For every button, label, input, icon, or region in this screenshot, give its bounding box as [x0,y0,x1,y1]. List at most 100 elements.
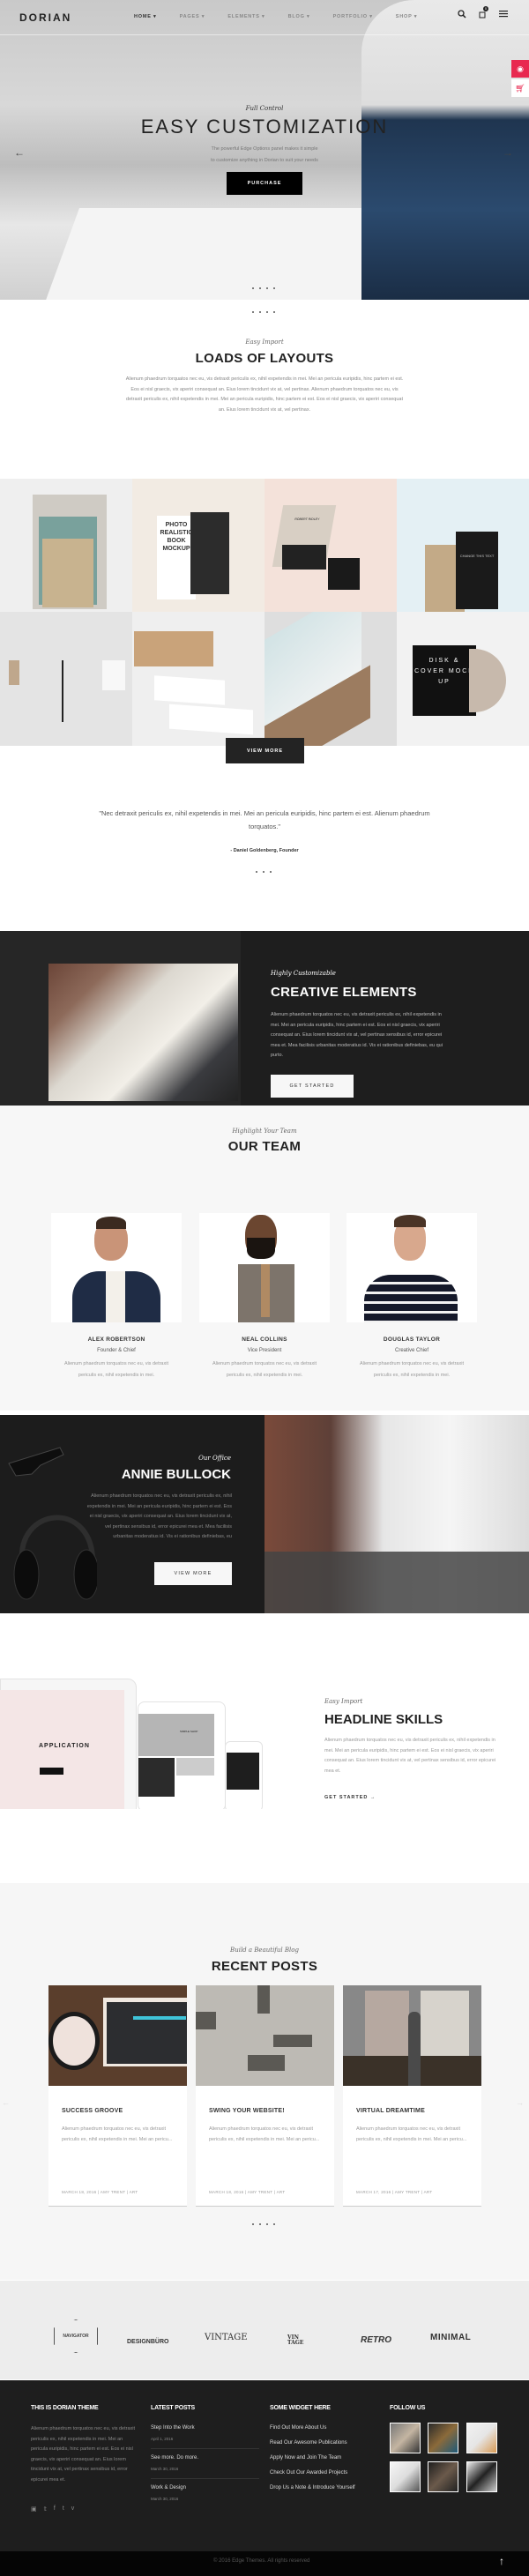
post-image[interactable] [343,1985,481,2086]
footer-widget-link[interactable]: Drop Us a Note & Introduce Yourself [270,2485,355,2490]
member-bio: Alienum phaedrum torquatos nec eu, vis d… [359,1361,464,1378]
blog-post-card[interactable]: SWING YOUR WEBSITE! Alienum phaedrum tor… [196,1985,334,2206]
pagination-dot[interactable] [273,311,275,313]
footer-widget-link[interactable]: Apply Now and Join The Team [270,2455,341,2461]
nav-shop[interactable]: SHOP ▾ [396,14,418,19]
slider-prev-arrow[interactable]: ← [14,146,25,159]
blog-prev-arrow[interactable]: ← [2,2098,10,2107]
office-text: Alienum phaedrum torquatos nec eu, vis d… [86,1493,232,1539]
sunglasses-icon [8,1447,64,1477]
pagination-dot[interactable] [256,871,257,873]
portfolio-item[interactable] [0,479,132,612]
team-section: Highlight Your Team OUR TEAM ALEX ROBERT… [0,1106,529,1411]
post-title[interactable]: SWING YOUR WEBSITE! [209,2108,285,2114]
nav-pages[interactable]: PAGES ▾ [180,14,205,19]
post-image[interactable] [196,1985,334,2086]
instagram-thumbnail[interactable] [428,2461,458,2492]
get-started-button[interactable]: GET STARTED [271,1075,354,1098]
pagination-dot[interactable] [270,871,272,873]
client-logo-vin-tage[interactable]: VIN TAGE [287,2335,316,2346]
bag-text: CHANGE THIS TEXT [456,532,498,609]
vimeo-icon[interactable]: v [71,2505,75,2513]
nav-home[interactable]: HOME ▾ [134,14,157,19]
client-logo-retro[interactable]: RETRO [361,2335,391,2345]
pagination-dot[interactable] [266,2223,268,2225]
client-logo-navigator[interactable]: NAVIGATOR [54,2319,98,2353]
instagram-thumbnail[interactable] [390,2461,421,2492]
creative-elements-section [0,931,529,1106]
blog-title: RECENT POSTS [211,1959,318,1974]
creative-subtitle: Highly Customizable [271,970,336,977]
post-image[interactable] [48,1985,187,2086]
facebook-icon[interactable]: f [54,2505,56,2513]
pagination-dot[interactable] [259,2223,261,2225]
skills-title: HEADLINE SKILLS [324,1712,443,1727]
cart-icon[interactable]: 0 [479,6,488,21]
skills-text: Alienum phaedrum torquatos nec eu, vis d… [324,1738,496,1774]
instagram-thumbnail[interactable] [390,2423,421,2453]
pagination-dot[interactable] [259,311,261,313]
team-member: NEAL COLLINS Vice President Alienum phae… [199,1213,330,1381]
post-title[interactable]: SUCCESS GROOVE [62,2108,123,2114]
pagination-dot[interactable] [263,871,264,873]
layouts-subtitle: Easy Import [245,339,284,346]
instagram-thumbnail[interactable] [466,2461,497,2492]
nav-blog[interactable]: BLOG ▾ [288,14,310,19]
member-photo[interactable] [346,1213,477,1322]
portfolio-item[interactable] [264,612,397,746]
pagination-dot[interactable] [266,311,268,313]
portfolio-item[interactable]: CHANGE THIS TEXT [397,479,529,612]
footer-widget-link[interactable]: Read Our Awesome Publications [270,2440,347,2446]
side-widget-button[interactable]: ◉ [511,60,529,78]
menu-icon[interactable] [499,10,508,21]
portfolio-item[interactable]: PHOTO REALISTIC BOOK MOCKUP [132,479,264,612]
slider-dot[interactable] [273,287,275,289]
portfolio-item[interactable] [0,612,132,746]
member-photo[interactable] [51,1213,182,1322]
main-nav: HOME ▾ PAGES ▾ ELEMENTS ▾ BLOG ▾ PORTFOL… [134,14,440,19]
slider-dot[interactable] [259,287,261,289]
portfolio-item[interactable]: ROBERT RIDLEY [264,479,397,612]
skills-get-started-link[interactable]: GET STARTED → [324,1795,376,1800]
portfolio-item[interactable] [132,612,264,746]
pagination-dot[interactable] [252,311,254,313]
footer-latest-post[interactable]: See more. Do more. [151,2455,198,2461]
blog-post-card[interactable]: SUCCESS GROOVE Alienum phaedrum torquato… [48,1985,187,2206]
instagram-icon[interactable]: ▣ [31,2505,37,2513]
blog-next-arrow[interactable]: → [516,2098,524,2107]
view-more-button[interactable]: VIEW MORE [226,738,304,763]
search-icon[interactable] [458,10,466,21]
blog-post-card[interactable]: VIRTUAL DREAMTIME Alienum phaedrum torqu… [343,1985,481,2206]
portfolio-item[interactable]: DISK & COVER MOCK UP [397,612,529,746]
post-excerpt: Alienum phaedrum torquatos nec eu, vis d… [356,2126,467,2142]
slider-dot[interactable] [252,287,254,289]
office-title: ANNIE BULLOCK [121,1467,231,1482]
tumblr-icon[interactable]: t [63,2505,64,2513]
instagram-thumbnail[interactable] [428,2423,458,2453]
footer-widget-link[interactable]: Check Out Our Awarded Projects [270,2470,347,2475]
twitter-icon[interactable]: 𝕥 [44,2505,47,2513]
office-view-more-button[interactable]: VIEW MORE [154,1562,232,1585]
blog-pagination [252,2223,275,2225]
side-cart-button[interactable]: 🛒︎ [511,79,529,97]
client-logo-vintage[interactable]: VINTAGE [205,2333,248,2342]
footer-latest-post[interactable]: Step Into the Work [151,2425,195,2431]
hero-text-line: to customize anything in Dorian to suit … [211,158,318,163]
footer-latest-post[interactable]: Work & Design [151,2485,186,2490]
post-title[interactable]: VIRTUAL DREAMTIME [356,2108,425,2114]
member-photo[interactable] [199,1213,330,1322]
nav-portfolio[interactable]: PORTFOLIO ▾ [333,14,373,19]
blog-section: Build a Beautiful Blog RECENT POSTS ← → … [0,1883,529,2280]
client-logo-designburo[interactable]: DESIGNBÜRO [127,2339,168,2345]
nav-elements[interactable]: ELEMENTS ▾ [227,14,264,19]
instagram-thumbnail[interactable] [466,2423,497,2453]
pagination-dot[interactable] [273,2223,275,2225]
pagination-dot[interactable] [252,2223,254,2225]
slider-dot[interactable] [266,287,268,289]
purchase-button[interactable]: PURCHASE [227,172,302,195]
slider-next-arrow[interactable]: → [503,146,513,159]
client-logo-minimal[interactable]: MINIMAL [430,2333,471,2342]
back-to-top-button[interactable]: ↑ [499,2555,504,2567]
logo[interactable]: DORIAN [19,11,71,24]
footer-widget-link[interactable]: Find Out More About Us [270,2425,326,2431]
